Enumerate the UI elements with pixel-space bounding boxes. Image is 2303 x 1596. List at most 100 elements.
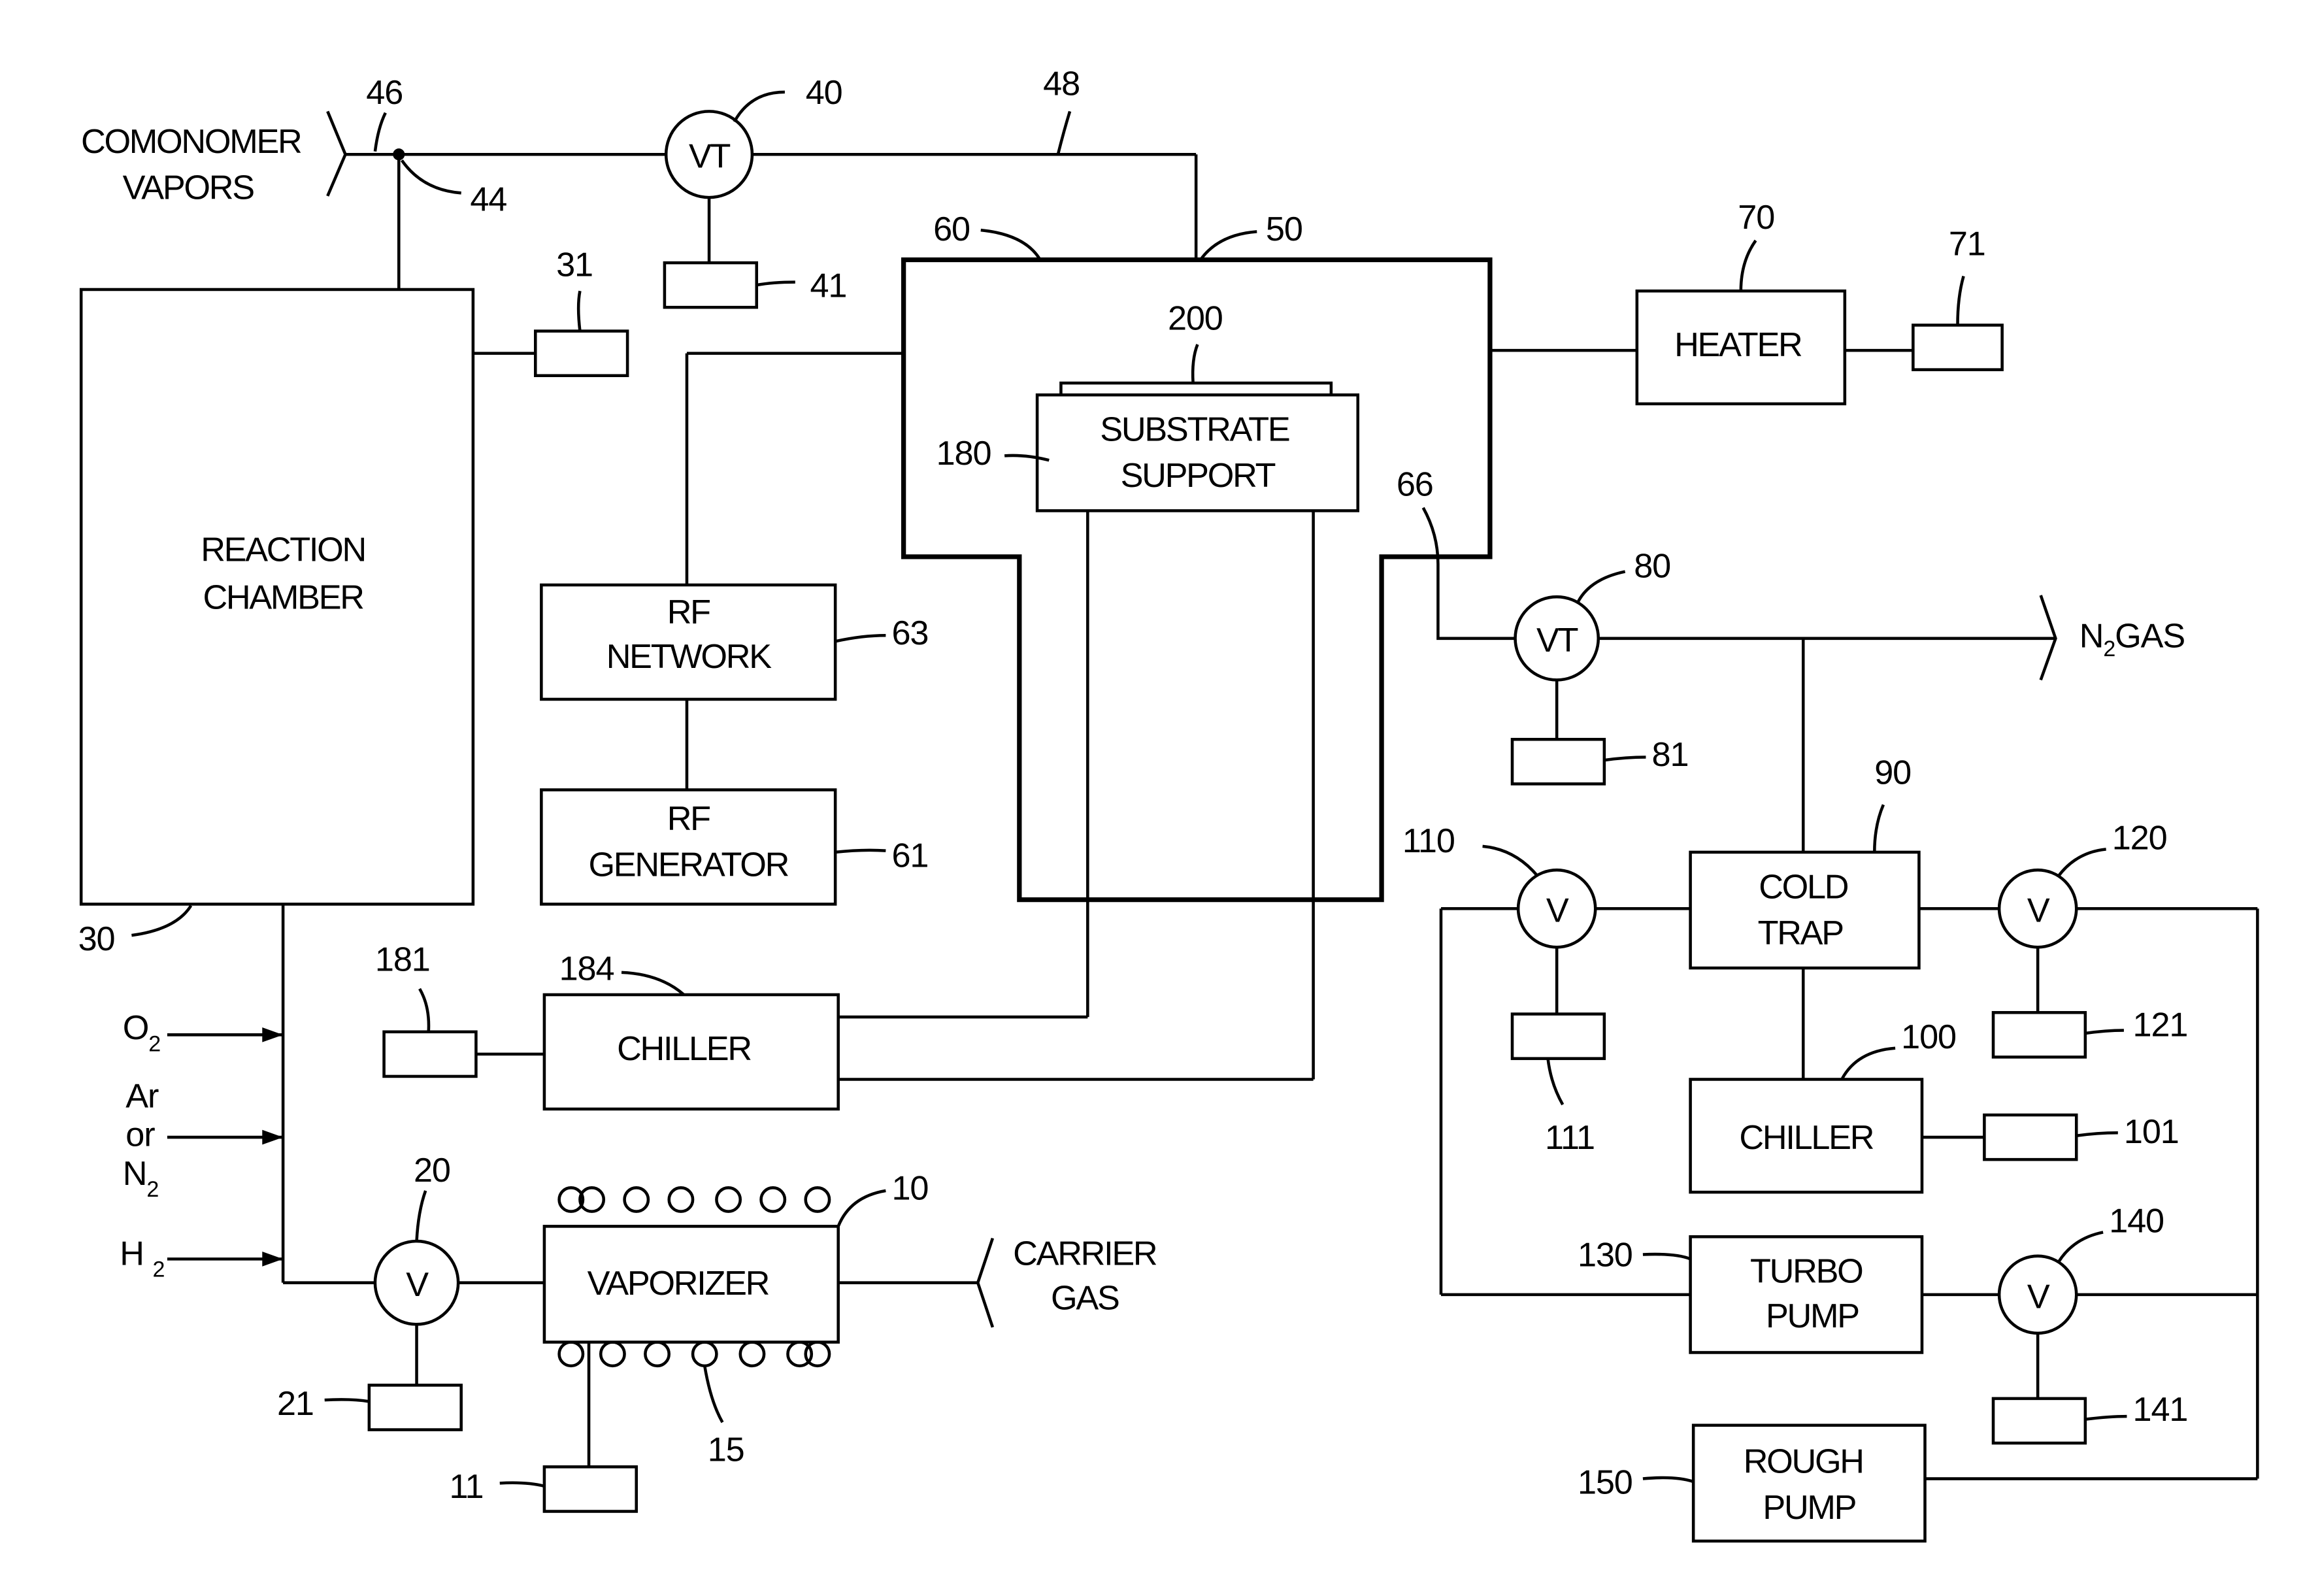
- chiller-100: CHILLER 100: [1689, 1018, 1957, 1194]
- ref-80: 80: [1634, 548, 1670, 586]
- ref-50: 50: [1266, 210, 1302, 248]
- ref-100: 100: [1901, 1018, 1956, 1056]
- n2-gas-label: N2GAS: [2079, 617, 2185, 661]
- vaporizer: VAPORIZER 10 15: [542, 1169, 929, 1469]
- svg-text:V: V: [2027, 892, 2050, 930]
- controller-121: [1991, 1010, 2087, 1059]
- ref-63: 63: [891, 614, 928, 652]
- valve-120: V 120 121: [1991, 819, 2188, 1059]
- controller-31: [534, 329, 629, 377]
- ref-30: 30: [78, 920, 115, 958]
- ref-61: 61: [891, 837, 928, 875]
- comonomer-label-2: VAPORS: [123, 169, 254, 207]
- ref-121: 121: [2133, 1006, 2188, 1044]
- svg-text:N2: N2: [123, 1155, 159, 1202]
- ref-31: 31: [556, 246, 593, 284]
- ref-44: 44: [470, 181, 506, 219]
- svg-text:Ar: Ar: [125, 1078, 159, 1116]
- ref-46: 46: [366, 74, 403, 112]
- ref-60: 60: [933, 210, 970, 248]
- controller-41: [663, 261, 759, 309]
- controller-101: [1983, 1113, 2078, 1161]
- svg-text:CHILLER: CHILLER: [1739, 1119, 1873, 1157]
- gas-input-ar-n2: Ar or N2: [123, 1078, 284, 1202]
- arrow-icon: [262, 1027, 284, 1042]
- ref-150: 150: [1578, 1463, 1632, 1501]
- ref-90: 90: [1874, 754, 1911, 791]
- svg-text:RF: RF: [667, 593, 710, 631]
- inlet-fork-icon: [326, 110, 347, 197]
- ref-140: 140: [2109, 1202, 2164, 1240]
- ref-70: 70: [1738, 199, 1774, 237]
- svg-text:RF: RF: [667, 800, 710, 838]
- comonomer-label-1: COMONOMER: [81, 123, 301, 161]
- ref-66: 66: [1397, 466, 1433, 504]
- carrier-label-2: GAS: [1051, 1280, 1119, 1318]
- svg-text:PUMP: PUMP: [1763, 1489, 1855, 1527]
- valve-vt-40: VT 40 41: [663, 74, 848, 309]
- controller-111: [1510, 1012, 1606, 1060]
- ref-180: 180: [936, 435, 991, 473]
- svg-text:GENERATOR: GENERATOR: [588, 846, 788, 884]
- svg-text:V: V: [1546, 892, 1569, 930]
- ref-15: 15: [708, 1431, 744, 1469]
- ref-21: 21: [277, 1385, 314, 1423]
- ref-130: 130: [1578, 1237, 1632, 1274]
- ref-101: 101: [2124, 1113, 2179, 1151]
- svg-text:COLD: COLD: [1759, 868, 1848, 906]
- rf-generator: RF GENERATOR 61: [540, 788, 929, 906]
- ref-20: 20: [414, 1152, 450, 1189]
- carrier-inlet-fork-icon: [976, 1237, 995, 1328]
- reaction-chamber: REACTION CHAMBER 30: [78, 288, 475, 958]
- arrow-icon: [262, 1129, 284, 1145]
- svg-text:REACTION: REACTION: [201, 531, 365, 569]
- ref-81: 81: [1652, 736, 1689, 774]
- svg-text:VT: VT: [689, 138, 731, 176]
- controller-81: [1510, 737, 1606, 786]
- svg-text:V: V: [2027, 1278, 2050, 1316]
- heater: HEATER 70: [1635, 199, 1847, 406]
- svg-text:CHAMBER: CHAMBER: [203, 578, 363, 616]
- process-diagram: COMONOMER VAPORS 46 44 VT 40 41 48 REACT…: [78, 65, 2259, 1543]
- ref-41: 41: [810, 267, 847, 305]
- rf-network: RF NETWORK 63: [540, 583, 929, 701]
- svg-text:V: V: [406, 1266, 429, 1304]
- svg-text:HEATER: HEATER: [1674, 326, 1802, 364]
- gas-input-h2: H2: [120, 1235, 284, 1282]
- svg-text:TRAP: TRAP: [1758, 914, 1844, 952]
- ref-184: 184: [559, 950, 614, 988]
- svg-text:SUPPORT: SUPPORT: [1121, 457, 1276, 495]
- svg-text:TURBO: TURBO: [1750, 1253, 1863, 1291]
- svg-text:O2: O2: [123, 1009, 161, 1056]
- valve-140: V 140 141: [1991, 1202, 2188, 1445]
- controller-71: [1912, 324, 2004, 371]
- ref-120: 120: [2112, 819, 2167, 857]
- gas-input-o2: O2: [123, 1009, 284, 1056]
- ref-10: 10: [891, 1169, 928, 1207]
- svg-text:ROUGH: ROUGH: [1744, 1442, 1863, 1480]
- svg-text:PUMP: PUMP: [1766, 1297, 1859, 1335]
- controller-181: [382, 1030, 478, 1078]
- svg-text:or: or: [125, 1116, 155, 1154]
- ref-40: 40: [806, 74, 842, 112]
- ref-141: 141: [2133, 1391, 2188, 1429]
- controller-11: [542, 1465, 638, 1513]
- carrier-label-1: CARRIER: [1013, 1235, 1157, 1272]
- valve-110: V 110 111: [1402, 822, 1606, 1157]
- rough-pump: ROUGH PUMP 150: [1578, 1423, 1927, 1543]
- valve-vt-80: VT 80 81: [1510, 548, 1689, 786]
- ref-181: 181: [375, 941, 430, 979]
- ref-11: 11: [450, 1468, 484, 1506]
- ref-200: 200: [1168, 299, 1223, 337]
- svg-text:NETWORK: NETWORK: [606, 638, 772, 676]
- svg-text:VAPORIZER: VAPORIZER: [588, 1265, 769, 1303]
- svg-text:H2: H2: [120, 1235, 164, 1282]
- ref-71: 71: [1949, 225, 1985, 263]
- ref-48: 48: [1043, 65, 1080, 103]
- arrow-icon: [262, 1251, 284, 1267]
- svg-text:VT: VT: [1536, 622, 1578, 659]
- svg-text:CHILLER: CHILLER: [617, 1030, 751, 1068]
- svg-text:SUBSTRATE: SUBSTRATE: [1100, 411, 1289, 449]
- controller-141: [1991, 1397, 2087, 1445]
- valve-20: V 20 21: [277, 1152, 463, 1431]
